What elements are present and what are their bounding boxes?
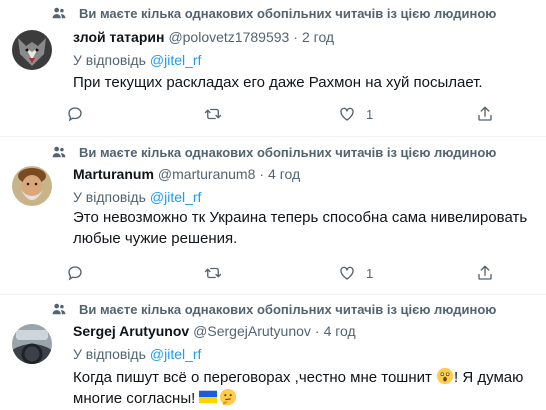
retweet-button[interactable] bbox=[204, 103, 222, 125]
reply-context: У відповідь @jitel_rf bbox=[73, 345, 201, 363]
reply-button[interactable] bbox=[66, 262, 84, 284]
user-handle[interactable]: @SergejArutyunov bbox=[193, 323, 311, 339]
people-icon bbox=[52, 303, 66, 315]
timestamp[interactable]: 4 год bbox=[268, 166, 300, 182]
tweet-header: злой татарин @polovetz1789593 · 2 год bbox=[73, 27, 334, 47]
timestamp[interactable]: 2 год bbox=[302, 29, 334, 45]
tweet-header: Marturanum @marturanum8 · 4 год bbox=[73, 164, 300, 184]
retweet-icon bbox=[204, 108, 222, 120]
like-button[interactable]: 1 bbox=[338, 262, 373, 284]
mutual-followers-context: Ви маєте кілька однакових обопільних чит… bbox=[52, 298, 496, 320]
display-name[interactable]: Sergej Arutyunov bbox=[73, 323, 189, 339]
timestamp[interactable]: 4 год bbox=[324, 323, 356, 339]
user-handle[interactable]: @marturanum8 bbox=[158, 166, 255, 182]
people-icon bbox=[52, 7, 66, 19]
mutual-followers-context: Ви маєте кілька однакових обопільних чит… bbox=[52, 141, 496, 163]
reply-icon bbox=[68, 107, 82, 122]
thinking-face-emoji bbox=[220, 388, 237, 406]
reply-icon bbox=[68, 266, 82, 281]
reply-prefix: У відповідь bbox=[73, 52, 146, 68]
display-name[interactable]: Marturanum bbox=[73, 166, 154, 182]
share-button[interactable] bbox=[476, 262, 494, 284]
separator-dot: · bbox=[314, 323, 320, 339]
avatar[interactable] bbox=[12, 30, 52, 70]
wolf-avatar-image bbox=[12, 30, 52, 70]
reply-to-link[interactable]: @jitel_rf bbox=[150, 189, 202, 205]
context-label: Ви маєте кілька однакових обопільних чит… bbox=[79, 301, 497, 317]
tweet-text: При текущих раскладах его даже Рахмон на… bbox=[73, 74, 483, 91]
user-handle[interactable]: @polovetz1789593 bbox=[168, 29, 289, 45]
tweet-1[interactable]: Ви маєте кілька однакових обопільних чит… bbox=[0, 0, 546, 135]
mutual-followers-context: Ви маєте кілька однакових обопільних чит… bbox=[52, 2, 496, 24]
like-button[interactable]: 1 bbox=[338, 103, 373, 125]
share-button[interactable] bbox=[476, 103, 494, 125]
avatar[interactable] bbox=[12, 166, 52, 206]
astonished-face-emoji bbox=[436, 367, 454, 385]
share-icon bbox=[478, 106, 492, 121]
tweet-2[interactable]: Ви маєте кілька однакових обопільних чит… bbox=[0, 137, 546, 294]
heart-icon bbox=[340, 107, 354, 121]
heart-icon bbox=[340, 266, 354, 280]
tweet-actions: 1 bbox=[66, 103, 536, 125]
reply-context: У відповідь @jitel_rf bbox=[73, 51, 201, 69]
bearded-man-avatar-image bbox=[12, 166, 52, 206]
share-icon bbox=[478, 265, 492, 280]
reply-button[interactable] bbox=[66, 103, 84, 125]
tweet-header: Sergej Arutyunov @SergejArutyunov · 4 го… bbox=[73, 321, 356, 341]
tweet-text-part-1: Когда пишут всё о переговорах ,честно мн… bbox=[73, 369, 432, 386]
reply-to-link[interactable]: @jitel_rf bbox=[150, 346, 202, 362]
tweet-text: Когда пишут всё о переговорах ,честно мн… bbox=[73, 367, 533, 409]
reply-context: У відповідь @jitel_rf bbox=[73, 188, 201, 206]
ukraine-flag-emoji bbox=[199, 390, 218, 404]
retweet-button[interactable] bbox=[204, 262, 222, 284]
avatar[interactable] bbox=[12, 324, 52, 364]
people-icon bbox=[52, 146, 66, 158]
like-count: 1 bbox=[366, 106, 374, 122]
retweet-icon bbox=[204, 267, 222, 279]
context-label: Ви маєте кілька однакових обопільних чит… bbox=[79, 144, 497, 160]
tweet-3[interactable]: Ви маєте кілька однакових обопільних чит… bbox=[0, 295, 546, 410]
tweet-actions: 1 bbox=[66, 262, 536, 284]
tweet-text: Это невозможно тк Украина теперь способн… bbox=[73, 209, 528, 247]
reply-prefix: У відповідь bbox=[73, 189, 146, 205]
display-name[interactable]: злой татарин bbox=[73, 29, 164, 45]
reply-prefix: У відповідь bbox=[73, 346, 146, 362]
separator-dot: · bbox=[259, 166, 265, 182]
separator-dot: · bbox=[293, 29, 298, 45]
context-label: Ви маєте кілька однакових обопільних чит… bbox=[79, 5, 497, 21]
car-interior-avatar-image bbox=[12, 324, 52, 364]
like-count: 1 bbox=[366, 265, 374, 281]
reply-to-link[interactable]: @jitel_rf bbox=[150, 52, 202, 68]
